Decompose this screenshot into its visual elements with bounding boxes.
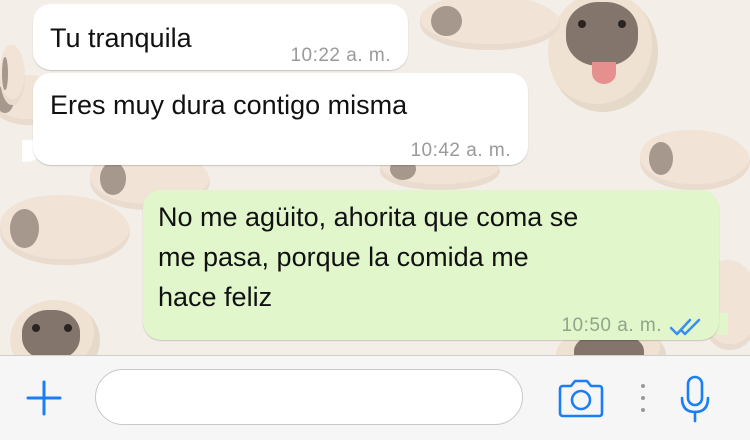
plus-icon[interactable] bbox=[22, 376, 66, 420]
pug-illustration bbox=[0, 45, 25, 105]
message-input[interactable] bbox=[95, 369, 523, 425]
message-timestamp: 10:42 a. m. bbox=[410, 140, 511, 161]
microphone-icon[interactable] bbox=[678, 374, 712, 424]
message-timestamp: 10:50 a. m. bbox=[561, 315, 662, 336]
pug-illustration bbox=[548, 0, 658, 112]
message-text: Tu tranquila bbox=[50, 23, 192, 53]
pug-illustration bbox=[0, 195, 130, 265]
message-bubble-incoming[interactable]: Eres muy dura contigo misma 10:42 a. m. bbox=[33, 73, 528, 165]
message-bubble-incoming[interactable]: Tu tranquila 10:22 a. m. bbox=[33, 4, 408, 70]
pug-illustration bbox=[420, 0, 560, 50]
message-timestamp: 10:22 a. m. bbox=[290, 45, 391, 66]
message-text: Eres muy dura contigo misma bbox=[50, 90, 408, 120]
read-receipt-double-check-icon bbox=[669, 308, 703, 336]
pug-illustration bbox=[640, 130, 750, 190]
camera-icon[interactable] bbox=[556, 377, 606, 419]
chat-screen: Tu tranquila 10:22 a. m. Eres muy dura c… bbox=[0, 0, 750, 440]
vertical-dots-icon bbox=[640, 382, 646, 414]
message-input-bar bbox=[0, 355, 750, 440]
pug-illustration bbox=[10, 300, 100, 355]
message-text: No me agüito, ahorita que coma se me pas… bbox=[158, 202, 579, 312]
message-bubble-outgoing[interactable]: No me agüito, ahorita que coma se me pas… bbox=[143, 190, 719, 340]
